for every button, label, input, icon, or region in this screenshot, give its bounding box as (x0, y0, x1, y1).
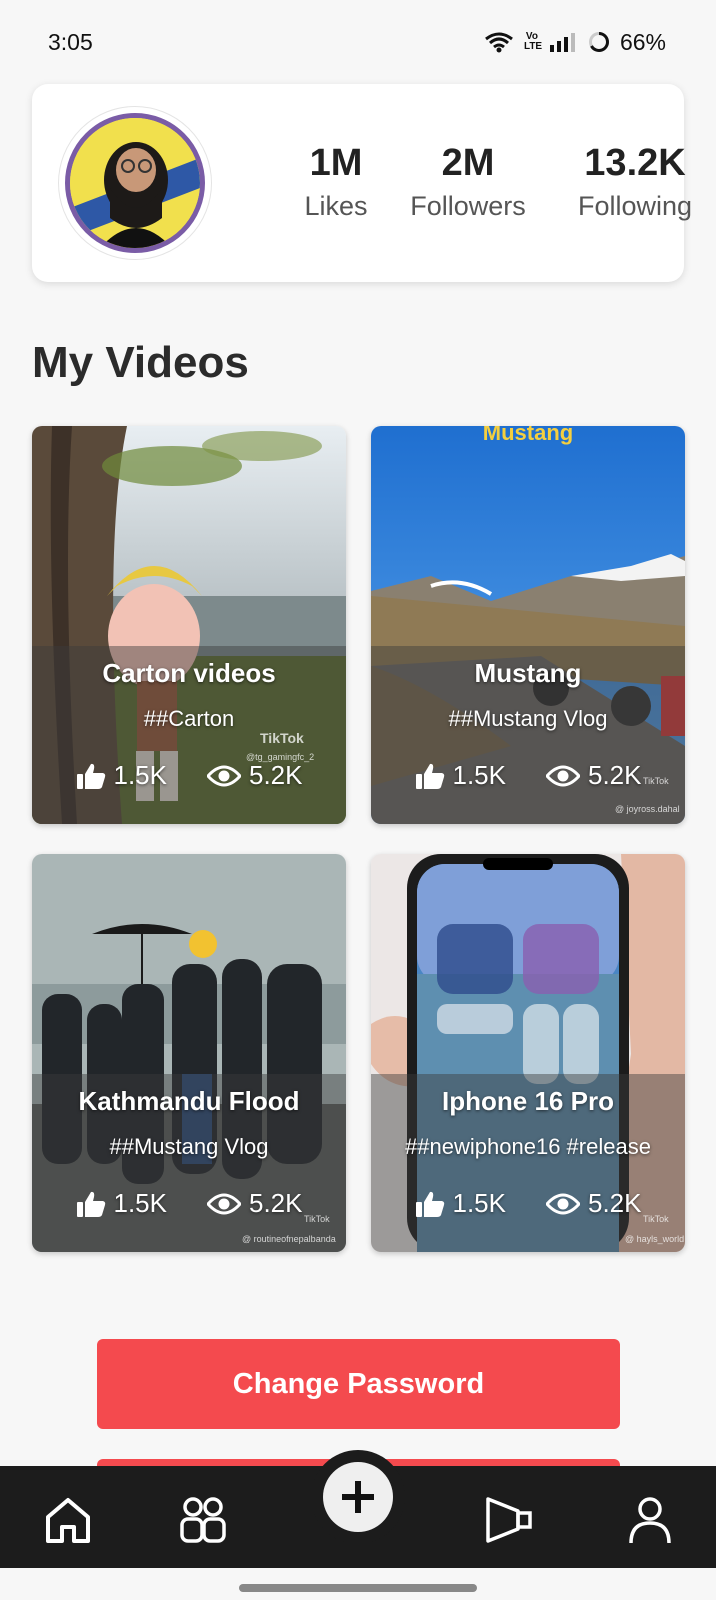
nav-profile[interactable] (622, 1492, 678, 1548)
profile-icon (629, 1497, 671, 1544)
views-stat: 5.2K (207, 760, 303, 791)
nav-promote[interactable] (482, 1492, 538, 1548)
video-title: Mustang (474, 658, 582, 688)
section-title: My Videos (32, 338, 249, 387)
video-card[interactable]: Mustang TikTok @ joyross.dahal Mustang #… (371, 426, 685, 824)
views-count: 5.2K (249, 760, 303, 790)
thumbnail-caption: Mustang (482, 426, 574, 445)
watermark-user: @ routineofnepalbanda (242, 1234, 336, 1244)
tiktok-watermark: TikTok (260, 730, 304, 746)
likes-stat: 1.5K (76, 760, 168, 791)
profile-card: 1M Likes 2M Followers 13.2K Following (32, 84, 692, 282)
video-tag: ##Carton (143, 706, 235, 731)
views-stat: 5.2K (546, 1188, 642, 1219)
eye-icon (207, 765, 241, 786)
bottom-nav (0, 1450, 716, 1568)
battery-icon (588, 32, 609, 52)
wifi-icon (485, 32, 513, 53)
thumbs-up-icon (415, 1191, 444, 1217)
signal-icon (549, 33, 575, 52)
thumbs-up-icon (415, 763, 444, 789)
likes-stat: 1.5K (415, 760, 507, 791)
video-tag: ##newiphone16 #release (405, 1134, 651, 1159)
views-stat: 5.2K (207, 1188, 303, 1219)
change-password-button[interactable]: Change Password (97, 1339, 620, 1429)
status-time: 3:05 (48, 28, 93, 55)
video-tag: ##Mustang Vlog (109, 1134, 269, 1159)
video-stats: 1.5K 5.2K (32, 760, 346, 791)
home-icon (46, 1498, 90, 1543)
add-icon (342, 1481, 374, 1513)
status-bar: 3:05 Vo LTE 66% (0, 0, 716, 84)
nav-add[interactable] (311, 1450, 405, 1544)
nav-home[interactable] (40, 1492, 96, 1548)
views-count: 5.2K (249, 1188, 303, 1218)
video-card[interactable]: TikTok @tg_gamingfc_2 Carton videos ##Ca… (32, 426, 346, 824)
avatar-image (65, 113, 205, 253)
battery-percent: 66% (619, 28, 666, 55)
avatar[interactable] (58, 106, 212, 260)
likes-label: Likes (304, 191, 368, 221)
views-count: 5.2K (588, 760, 642, 790)
likes-stat: 1.5K (415, 1188, 507, 1219)
home-indicator[interactable] (239, 1584, 477, 1592)
stat-likes[interactable]: 1M Likes (286, 142, 386, 224)
likes-count: 1.5K (113, 760, 168, 790)
video-tag: ##Mustang Vlog (448, 706, 608, 731)
views-count: 5.2K (588, 1188, 642, 1218)
video-title: Iphone 16 Pro (442, 1086, 614, 1116)
video-stats: 1.5K 5.2K (371, 1188, 685, 1219)
video-title: Carton videos (102, 658, 276, 688)
likes-count: 1M (309, 142, 363, 184)
likes-count: 1.5K (452, 1188, 507, 1218)
likes-count: 1.5K (452, 760, 507, 790)
video-card[interactable]: TikTok @ routineofnepalbanda Kathmandu F… (32, 854, 346, 1252)
followers-count: 2M (441, 142, 495, 184)
followers-label: Followers (410, 191, 526, 221)
watermark-user: @ hayls_world (625, 1234, 685, 1244)
promote-icon (486, 1497, 532, 1543)
add-button (323, 1462, 393, 1532)
video-stats: 1.5K 5.2K (32, 1188, 346, 1219)
thumbs-up-icon (76, 763, 105, 789)
following-count: 13.2K (584, 142, 686, 184)
status-icons: Vo LTE 66% (484, 29, 666, 56)
eye-icon (207, 1193, 241, 1214)
eye-icon (546, 765, 580, 786)
video-title: Kathmandu Flood (78, 1086, 300, 1116)
likes-count: 1.5K (113, 1188, 168, 1218)
volte-icon: Vo LTE (523, 31, 543, 52)
video-card[interactable]: TikTok @ hayls_world Iphone 16 Pro ##new… (371, 854, 685, 1252)
thumbs-up-icon (76, 1191, 105, 1217)
video-stats: 1.5K 5.2K (371, 760, 685, 791)
watermark-user: @ joyross.dahal (615, 804, 680, 814)
nav-friends[interactable] (175, 1492, 231, 1548)
views-stat: 5.2K (546, 760, 642, 791)
likes-stat: 1.5K (76, 1188, 168, 1219)
eye-icon (546, 1193, 580, 1214)
friends-icon (180, 1497, 226, 1543)
stat-following[interactable]: 13.2K Following (570, 142, 700, 224)
following-label: Following (577, 191, 693, 221)
stat-followers[interactable]: 2M Followers (403, 142, 533, 224)
